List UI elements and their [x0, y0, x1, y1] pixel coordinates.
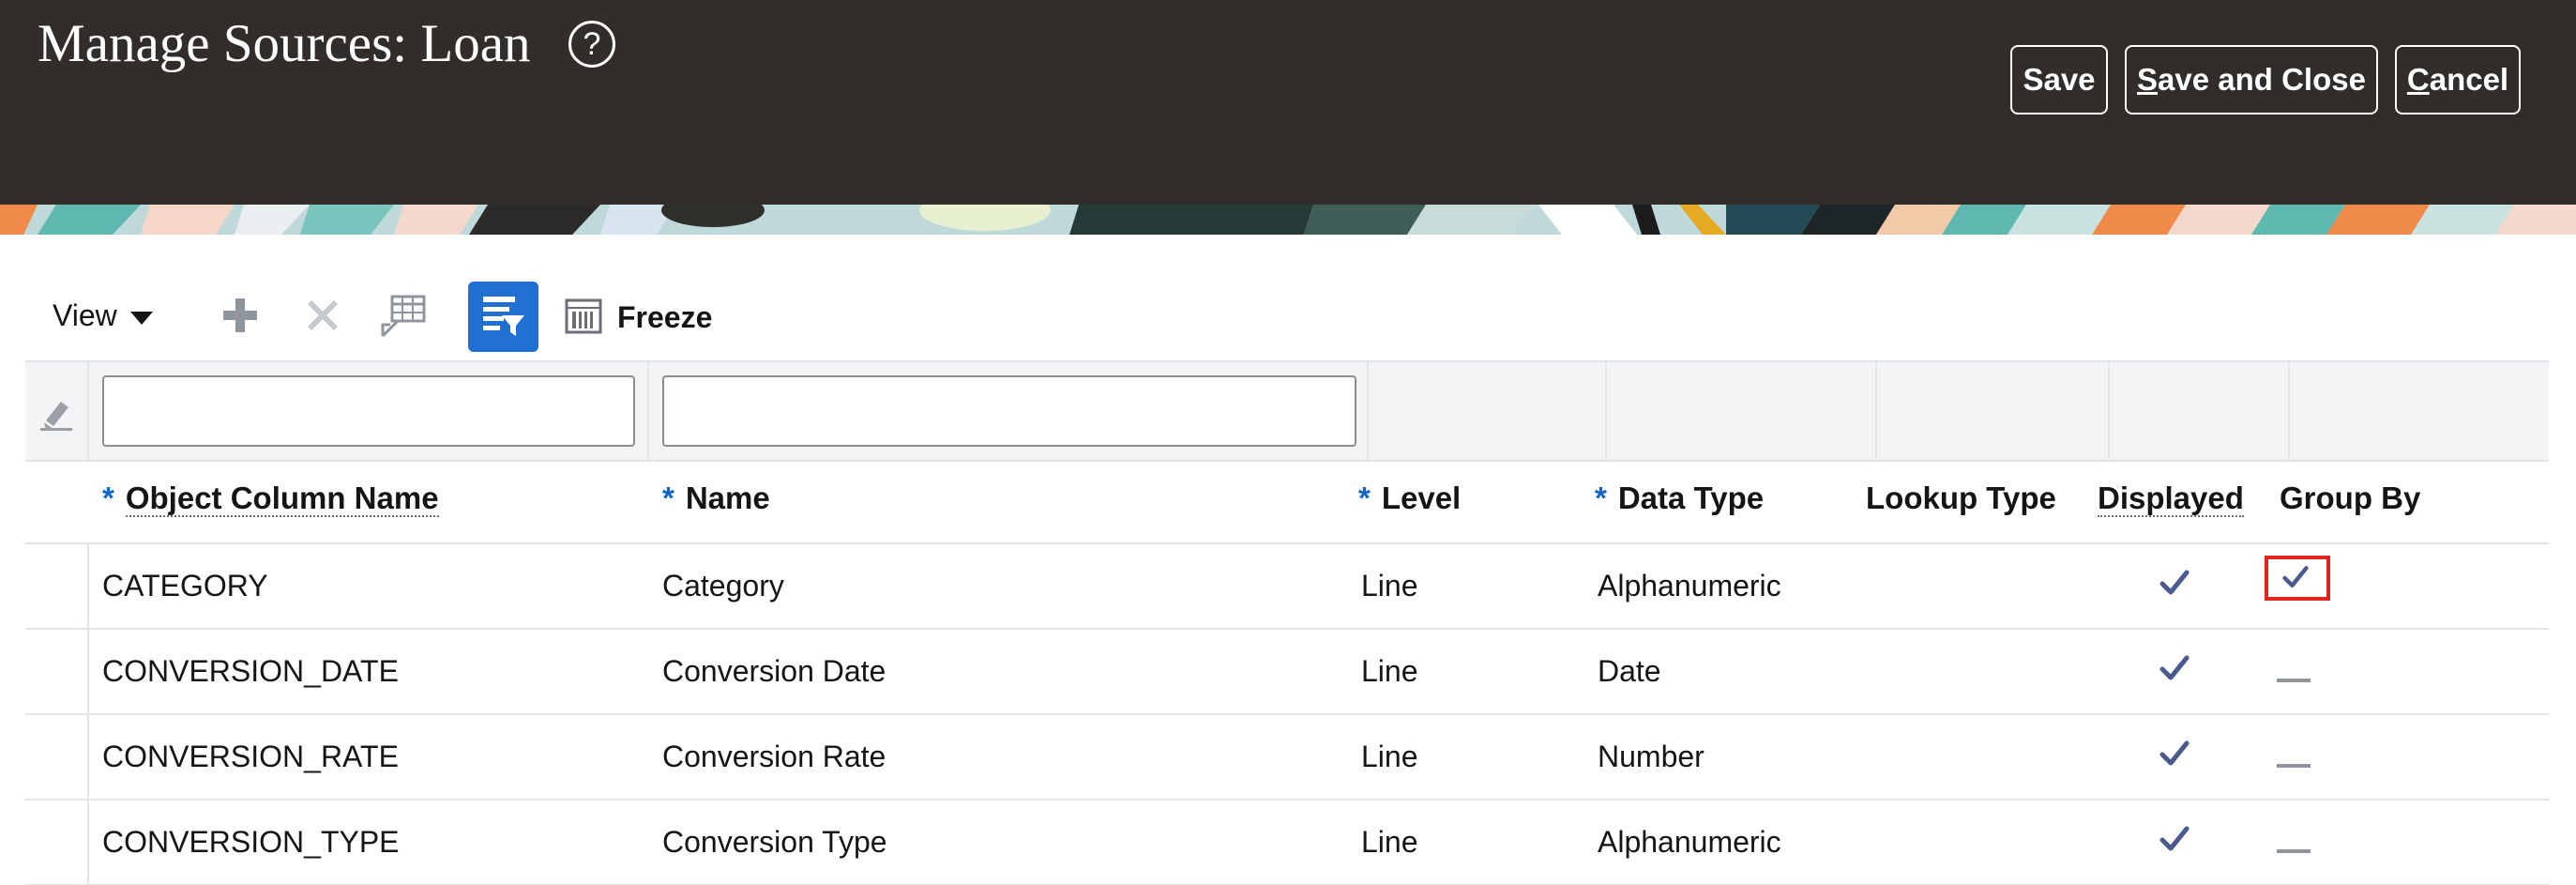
row-selector[interactable]: [25, 715, 89, 799]
detach-icon[interactable]: [379, 291, 428, 340]
level-cell: Line: [1361, 569, 1418, 603]
required-marker: *: [1595, 481, 1607, 515]
column-header-label: Name: [685, 481, 770, 515]
column-header-data-type[interactable]: * Data Type: [1595, 481, 1764, 516]
column-header-object-column-name[interactable]: * Object Column Name: [102, 481, 439, 517]
column-header-lookup-type[interactable]: Lookup Type: [1866, 481, 2056, 516]
name-cell: Category: [662, 569, 784, 603]
required-marker: *: [102, 481, 114, 515]
decorative-banner: [0, 205, 2576, 235]
clear-filter-icon[interactable]: [38, 396, 74, 432]
filter-cell-lookup-type: [1877, 362, 2110, 460]
row-selector[interactable]: [25, 630, 89, 713]
column-header-label: Level: [1381, 481, 1462, 515]
object-column-name-cell: CONVERSION_RATE: [102, 740, 399, 773]
page-header: Manage Sources: Loan ? Save Save and Clo…: [0, 0, 2576, 205]
data-type-cell: Number: [1598, 740, 1705, 773]
freeze-icon[interactable]: [565, 297, 602, 336]
object-column-name-cell: CONVERSION_TYPE: [102, 825, 400, 859]
name-cell: Conversion Date: [662, 654, 886, 688]
column-header-displayed[interactable]: Displayed: [2098, 481, 2244, 517]
column-header-level[interactable]: * Level: [1358, 481, 1461, 516]
freeze-button-label[interactable]: Freeze: [617, 300, 712, 335]
required-marker: *: [662, 481, 674, 515]
view-menu[interactable]: View: [53, 298, 153, 333]
displayed-check-icon: [2159, 740, 2190, 766]
column-header-label: Lookup Type: [1866, 481, 2056, 515]
column-header-label: Data Type: [1617, 481, 1765, 515]
query-by-example-icon: [483, 297, 524, 336]
name-cell: Conversion Type: [662, 825, 887, 859]
group-by-unchecked-icon[interactable]: [2277, 679, 2311, 682]
object-column-name-cell: CONVERSION_DATE: [102, 654, 399, 688]
level-cell: Line: [1361, 825, 1418, 859]
group-by-check-icon: [2282, 566, 2309, 588]
name-cell: Conversion Rate: [662, 740, 886, 773]
view-menu-label: View: [53, 298, 117, 332]
add-icon[interactable]: [216, 291, 265, 340]
table-row[interactable]: CONVERSION_DATE Conversion Date Line Dat…: [25, 630, 2549, 715]
banner-artwork: [0, 205, 2576, 235]
table-row[interactable]: CATEGORY Category Line Alphanumeric: [25, 544, 2549, 630]
displayed-check-icon: [2159, 570, 2190, 595]
filter-cell-level: [1369, 362, 1607, 460]
table-header-row: * Object Column Name * Name * Level * Data T…: [25, 462, 2549, 544]
save-and-close-button[interactable]: Save and Close: [2125, 45, 2378, 114]
query-by-example-button[interactable]: [468, 282, 538, 352]
column-header-group-by[interactable]: Group By: [2280, 481, 2420, 516]
filter-cell-selector: [25, 362, 89, 460]
filter-cell-data-type: [1607, 362, 1877, 460]
delete-icon[interactable]: [298, 291, 347, 340]
required-marker: *: [1358, 481, 1371, 515]
row-selector[interactable]: [25, 801, 89, 884]
group-by-unchecked-icon[interactable]: [2277, 849, 2311, 853]
caret-down-icon: [129, 311, 153, 325]
cancel-button[interactable]: Cancel: [2395, 45, 2521, 114]
column-header-label: Object Column Name: [125, 481, 439, 517]
group-by-unchecked-icon[interactable]: [2277, 764, 2311, 768]
save-button[interactable]: Save: [2010, 45, 2108, 114]
group-by-focus-highlight[interactable]: [2265, 556, 2330, 601]
data-type-cell: Alphanumeric: [1598, 825, 1781, 859]
table-toolbar: View Freeze: [0, 272, 2576, 357]
name-filter-input[interactable]: [662, 375, 1356, 447]
data-type-cell: Date: [1598, 654, 1661, 688]
help-icon[interactable]: ?: [568, 21, 615, 68]
level-cell: Line: [1361, 740, 1418, 773]
table-row[interactable]: CONVERSION_TYPE Conversion Type Line Alp…: [25, 801, 2549, 885]
table-row[interactable]: CONVERSION_RATE Conversion Rate Line Num…: [25, 715, 2549, 801]
displayed-check-icon: [2159, 655, 2190, 680]
filter-row: [25, 360, 2549, 462]
filter-cell-displayed: [2110, 362, 2290, 460]
object-column-name-filter-input[interactable]: [102, 375, 635, 447]
level-cell: Line: [1361, 654, 1418, 688]
displayed-check-icon: [2159, 826, 2190, 851]
object-column-name-cell: CATEGORY: [102, 569, 268, 603]
column-header-name[interactable]: * Name: [662, 481, 770, 516]
row-selector[interactable]: [25, 544, 89, 628]
page-title: Manage Sources: Loan: [38, 14, 531, 73]
column-header-label: Displayed: [2098, 481, 2244, 517]
filter-cell-group-by: [2290, 362, 2549, 460]
column-header-label: Group By: [2280, 481, 2421, 515]
data-type-cell: Alphanumeric: [1598, 569, 1781, 603]
